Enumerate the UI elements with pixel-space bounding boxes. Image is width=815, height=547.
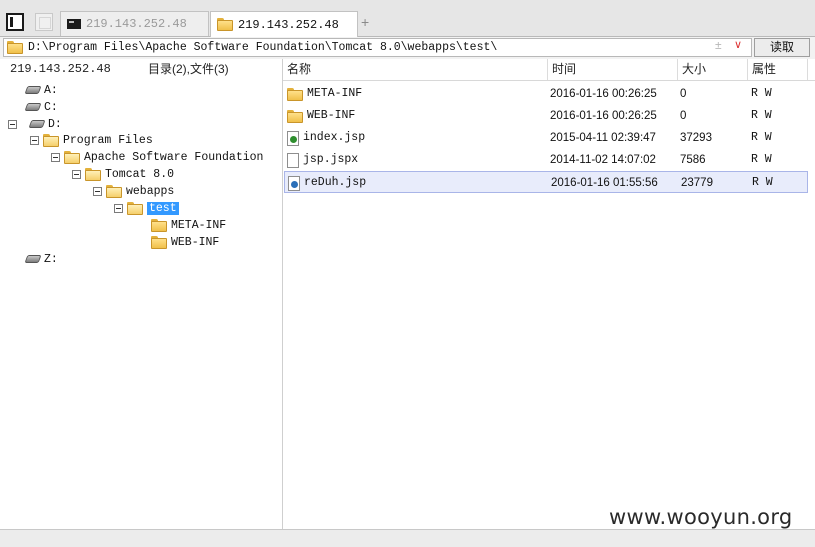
file-row-selected[interactable]: reDuh.jsp 2016-01-16 01:55:56 23779 R W xyxy=(284,171,808,193)
folder-icon xyxy=(7,41,23,54)
file-attr: R W xyxy=(751,87,772,100)
folder-open-icon xyxy=(85,167,101,181)
tree-item-label: META-INF xyxy=(171,218,227,232)
folder-open-icon xyxy=(106,184,122,198)
file-size: 23779 xyxy=(681,177,713,189)
file-size: 0 xyxy=(680,110,687,122)
jsp-file-icon xyxy=(287,130,299,146)
add-tab-button[interactable]: + xyxy=(361,14,369,30)
file-attr: R W xyxy=(751,109,772,122)
tab-bar: 219.143.252.48 219.143.252.48 + xyxy=(0,0,815,37)
tree-item-webapps[interactable]: webapps xyxy=(93,183,174,199)
file-size: 7586 xyxy=(680,154,706,166)
path-input[interactable]: D:\Program Files\Apache Software Foundat… xyxy=(3,38,752,57)
chevron-down-icon[interactable]: ∨ xyxy=(734,38,742,51)
bookmark-icon[interactable]: ± xyxy=(715,38,722,52)
blank-tab-button[interactable] xyxy=(35,13,53,31)
tree-item-label: Program Files xyxy=(63,133,153,147)
folder-icon xyxy=(287,87,303,101)
collapse-icon[interactable] xyxy=(114,203,123,213)
column-header: 名称 时间 大小 属性 xyxy=(283,59,815,81)
directory-summary: 目录(2),文件(3) xyxy=(148,62,229,76)
tree-item-label: C: xyxy=(44,100,58,114)
file-time: 2015-04-11 02:39:47 xyxy=(550,132,656,144)
file-name: jsp.jspx xyxy=(303,153,359,166)
tree-item-test[interactable]: test xyxy=(114,200,179,216)
tree-item-web-inf[interactable]: WEB-INF xyxy=(151,234,219,250)
tree-item-label: WEB-INF xyxy=(171,235,220,249)
column-name[interactable]: 名称 xyxy=(283,59,548,80)
folder-open-icon xyxy=(64,150,80,164)
tree-header: 219.143.252.48 目录(2),文件(3) xyxy=(0,59,282,80)
file-name: index.jsp xyxy=(303,131,366,144)
tree-item-label: Apache Software Foundation xyxy=(84,150,264,164)
tab-label: 219.143.252.48 xyxy=(238,17,339,32)
collapse-icon[interactable] xyxy=(72,169,81,179)
folder-icon xyxy=(217,18,233,31)
collapse-icon[interactable] xyxy=(30,135,39,145)
drive-icon xyxy=(28,120,46,128)
collapse-icon[interactable] xyxy=(51,152,60,162)
file-size: 0 xyxy=(680,88,687,100)
tree-item-drive-a[interactable]: A: xyxy=(24,82,58,98)
tree-item-drive-d[interactable]: D: xyxy=(8,116,62,132)
path-bar: D:\Program Files\Apache Software Foundat… xyxy=(0,37,815,59)
read-button[interactable]: 读取 xyxy=(754,38,810,57)
directory-tree-panel: 219.143.252.48 目录(2),文件(3) A: C: D: Prog… xyxy=(0,59,283,529)
tree-item-label: Z: xyxy=(44,252,58,266)
tree-item-label: webapps xyxy=(126,184,175,198)
panel-toggle-button[interactable] xyxy=(6,13,24,31)
file-row[interactable]: WEB-INF 2016-01-16 00:26:25 0 R W xyxy=(284,105,808,127)
column-size[interactable]: 大小 xyxy=(678,59,748,80)
drive-icon xyxy=(24,103,42,111)
drive-icon xyxy=(24,86,42,94)
file-time: 2016-01-16 00:26:25 xyxy=(550,110,657,122)
folder-icon xyxy=(287,109,303,123)
folder-icon xyxy=(151,235,167,249)
tree-item-meta-inf[interactable]: META-INF xyxy=(151,217,226,233)
file-name: reDuh.jsp xyxy=(304,176,367,189)
file-icon xyxy=(287,152,299,168)
path-text: D:\Program Files\Apache Software Foundat… xyxy=(28,41,498,54)
jsp-file-icon xyxy=(288,175,300,191)
file-size: 37293 xyxy=(680,132,712,144)
file-row[interactable]: index.jsp 2015-04-11 02:39:47 37293 R W xyxy=(284,127,808,149)
folder-icon xyxy=(151,218,167,232)
tree-item-drive-z[interactable]: Z: xyxy=(24,251,58,267)
column-time[interactable]: 时间 xyxy=(548,59,678,80)
file-time: 2014-11-02 14:07:02 xyxy=(550,154,656,166)
status-bar xyxy=(0,529,815,547)
file-attr: R W xyxy=(752,176,773,189)
file-attr: R W xyxy=(751,131,772,144)
drive-icon xyxy=(24,255,42,263)
tree-item-label: A: xyxy=(44,83,58,97)
file-name: WEB-INF xyxy=(307,109,356,122)
tab-terminal[interactable]: 219.143.252.48 xyxy=(60,11,209,36)
collapse-icon[interactable] xyxy=(93,186,102,196)
host-label: 219.143.252.48 xyxy=(10,62,111,76)
tree-item-label: Tomcat 8.0 xyxy=(105,167,175,181)
tab-label: 219.143.252.48 xyxy=(86,17,187,31)
file-name: META-INF xyxy=(307,87,363,100)
collapse-icon[interactable] xyxy=(8,119,17,129)
tree-item-label-selected: test xyxy=(147,201,179,215)
tree-item-apache[interactable]: Apache Software Foundation xyxy=(51,149,263,165)
tree-item-program-files[interactable]: Program Files xyxy=(30,132,153,148)
column-attr[interactable]: 属性 xyxy=(748,59,808,80)
terminal-icon xyxy=(67,19,81,29)
folder-open-icon xyxy=(127,201,143,215)
file-list-panel: 名称 时间 大小 属性 META-INF 2016-01-16 00:26:25… xyxy=(283,59,815,529)
file-row[interactable]: jsp.jspx 2014-11-02 14:07:02 7586 R W xyxy=(284,149,808,171)
file-row[interactable]: META-INF 2016-01-16 00:26:25 0 R W xyxy=(284,83,808,105)
file-attr: R W xyxy=(751,153,772,166)
folder-open-icon xyxy=(43,133,59,147)
tree-item-tomcat[interactable]: Tomcat 8.0 xyxy=(72,166,174,182)
tree-item-label: D: xyxy=(48,117,62,131)
file-time: 2016-01-16 01:55:56 xyxy=(551,177,658,189)
tab-file-manager[interactable]: 219.143.252.48 xyxy=(210,11,358,37)
watermark: www.wooyun.org xyxy=(609,505,793,529)
file-time: 2016-01-16 00:26:25 xyxy=(550,88,657,100)
tree-item-drive-c[interactable]: C: xyxy=(24,99,58,115)
